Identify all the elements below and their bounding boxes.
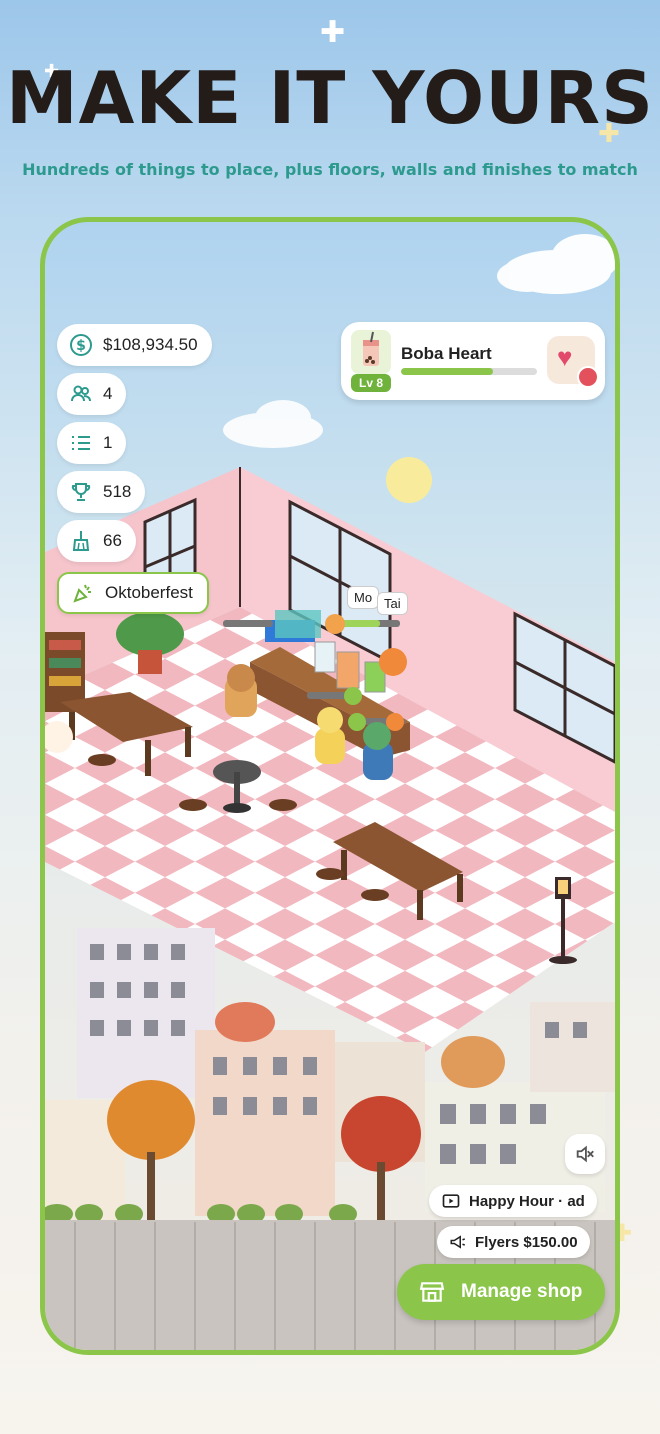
trophies-pill[interactable]: 518: [57, 471, 146, 513]
dollar-icon: $: [70, 334, 92, 356]
autumn-tree: [441, 1036, 505, 1088]
building: [530, 1002, 615, 1092]
xp-progress-bar: [401, 368, 537, 375]
trophy-icon: [71, 483, 91, 501]
video-ad-icon: [442, 1194, 460, 1208]
money-value: $108,934.50: [103, 335, 198, 354]
favorite-button[interactable]: ♥: [547, 336, 599, 388]
customers-pill[interactable]: 4: [57, 373, 127, 415]
gift-icon: [577, 366, 599, 388]
character-name-tag: Tai: [377, 592, 408, 615]
broom-icon: [72, 531, 90, 551]
money-pill[interactable]: $ $108,934.50: [57, 324, 212, 366]
flyers-label: Flyers $150.00: [475, 1233, 578, 1251]
shop-name: Boba Heart: [401, 344, 492, 363]
cleaning-value: 66: [103, 531, 122, 550]
level-badge: Lv 8: [351, 374, 391, 392]
queue-value: 1: [103, 433, 113, 452]
cloud: [223, 400, 323, 448]
customer-duck: [315, 707, 345, 764]
svg-text:$: $: [76, 338, 86, 354]
speaker-muted-icon: [576, 1145, 594, 1163]
boba-cup-icon: [351, 330, 391, 374]
customer-bear: [225, 664, 257, 717]
manage-shop-button[interactable]: Manage shop: [397, 1264, 605, 1320]
heart-icon: ♥: [557, 342, 573, 372]
confetti-icon: [73, 584, 91, 603]
mute-button[interactable]: [565, 1134, 605, 1174]
shop-card[interactable]: Lv 8 Boba Heart ♥: [341, 322, 605, 400]
cleaning-pill[interactable]: 66: [57, 520, 136, 562]
xp-progress-fill: [401, 368, 494, 375]
flyers-button[interactable]: Flyers $150.00: [437, 1226, 590, 1258]
event-pill[interactable]: Oktoberfest: [57, 572, 209, 614]
queue-pill[interactable]: 1: [57, 422, 127, 464]
autumn-tree: [341, 1096, 421, 1220]
headline: MAKE IT YOURS: [6, 56, 654, 140]
subline: Hundreds of things to place, plus floors…: [22, 160, 638, 179]
sparkle-icon: ✚: [320, 16, 346, 49]
character-name-tag: Mo: [347, 586, 380, 609]
manage-shop-label: Manage shop: [461, 1281, 583, 1302]
happy-hour-label: Happy Hour · ad: [469, 1192, 585, 1210]
autumn-tree: [215, 1002, 275, 1042]
trophies-value: 518: [103, 482, 132, 501]
happy-hour-button[interactable]: Happy Hour · ad: [429, 1185, 597, 1217]
customer-frog: [363, 722, 393, 780]
list-icon: [72, 436, 90, 450]
megaphone-icon: [450, 1235, 465, 1249]
storefront-icon: [419, 1282, 445, 1302]
phone-frame: Mo Tai $ $108,934.50 4 1 518 66 Oktoberf…: [40, 217, 620, 1355]
event-name: Oktoberfest: [105, 583, 193, 602]
staff-fox: [379, 648, 407, 676]
cloud: [497, 234, 615, 294]
people-icon: [71, 385, 91, 402]
sun: [386, 457, 432, 503]
customers-value: 4: [103, 384, 113, 403]
